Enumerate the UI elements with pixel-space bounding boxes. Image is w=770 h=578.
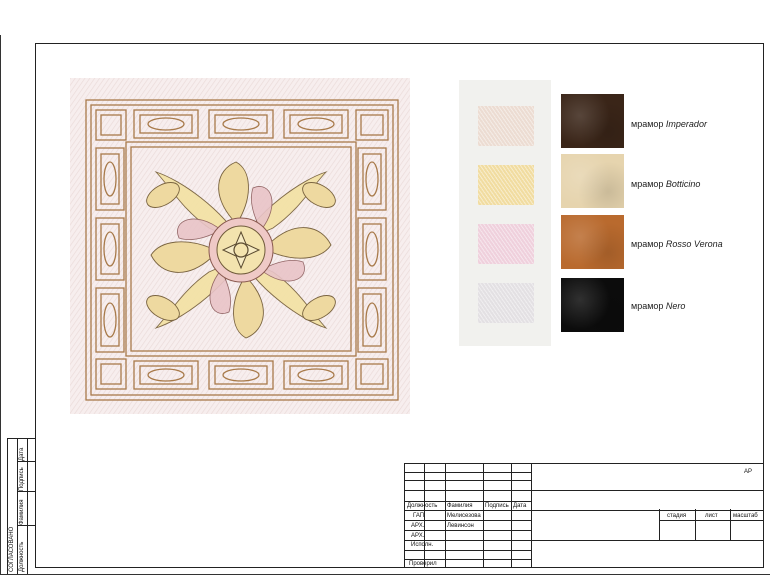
title-block-line — [405, 550, 531, 551]
marble-label-botticino: мрамор Botticino — [631, 179, 701, 189]
title-block-line — [405, 520, 531, 521]
stamp-divider — [27, 439, 28, 574]
title-block-line — [405, 530, 531, 531]
marble-label-nero: мрамор Nero — [631, 301, 686, 311]
title-block-line — [405, 480, 531, 481]
title-block-line — [405, 472, 531, 473]
scale-label: масштаб — [733, 513, 758, 519]
row-role: ГАП — [413, 513, 425, 519]
stamp-col-signature: Подпись — [19, 467, 25, 491]
title-block-line — [695, 509, 696, 541]
stamp-divider — [17, 461, 35, 462]
sheet-border-left — [0, 35, 1, 575]
row-role: АРХ. — [411, 533, 425, 539]
pencil-swatch — [478, 106, 534, 146]
title-block-line — [405, 510, 764, 511]
marble-label-rosso-verona: мрамор Rosso Verona — [631, 239, 723, 249]
header-position: Должность — [407, 503, 438, 509]
marble-sample-rosso-verona — [561, 215, 624, 269]
row-role: АРХ. — [411, 523, 425, 529]
header-surname: Фамилия — [447, 503, 473, 509]
marble-sample-imperador — [561, 94, 624, 148]
stage-label: стадия — [667, 513, 687, 519]
title-block-line — [405, 540, 764, 541]
stamp-col-surname: Фамилия — [19, 499, 25, 525]
row-name: Мелисезова — [447, 513, 481, 519]
title-block-line — [405, 559, 531, 560]
sheet-label: лист — [705, 513, 718, 519]
stamp-col-date: Дата — [19, 447, 25, 461]
title-block-line — [405, 501, 531, 502]
title-block: АР Должность Фамилия Подпись Дата ГАП Ме… — [404, 463, 764, 568]
title-block-line — [659, 520, 764, 521]
title-block-line — [405, 490, 764, 491]
stamp-divider — [17, 491, 35, 492]
floor-ornament-drawing — [70, 78, 410, 414]
sheet-border-bottom — [0, 574, 770, 575]
header-date: Дата — [513, 503, 527, 509]
marble-label-imperador: мрамор Imperador — [631, 119, 707, 129]
pencil-swatch — [478, 283, 534, 323]
stamp-header: СОГЛАСОВАНО — [9, 526, 15, 572]
pencil-swatch — [478, 165, 534, 205]
central-rosette — [146, 161, 336, 339]
pencil-swatch-panel — [459, 80, 551, 346]
title-block-line — [730, 509, 731, 541]
marble-sample-botticino — [561, 154, 624, 208]
pencil-swatch — [478, 224, 534, 264]
header-signature: Подпись — [485, 503, 509, 509]
stamp-divider — [17, 439, 18, 574]
stamp-col-position: Должность — [19, 541, 25, 572]
project-code: АР — [744, 469, 753, 475]
row-role: Исполн. — [411, 542, 434, 548]
title-block-line — [531, 464, 532, 568]
row-role: Проверил — [409, 561, 437, 567]
stamp-divider — [17, 525, 35, 526]
marble-sample-nero — [561, 278, 624, 332]
row-name: Левинсон — [447, 523, 474, 529]
title-block-line — [659, 509, 660, 541]
agreement-stamp: СОГЛАСОВАНО Должность Фамилия Подпись Да… — [7, 438, 35, 574]
